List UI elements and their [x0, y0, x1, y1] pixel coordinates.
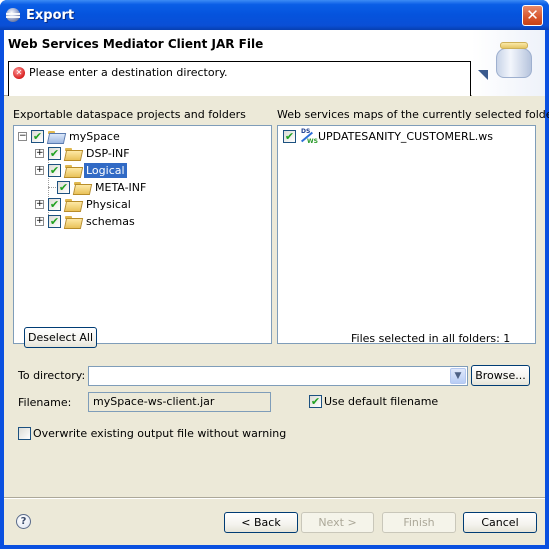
chevron-down-icon[interactable]: ▼	[450, 368, 466, 384]
tree-item-label: DSP-INF	[86, 147, 130, 160]
ws-maps-list[interactable]: ✔ DS WS UPDATESANITY_CUSTOMERL.ws	[277, 125, 536, 344]
wizard-title: Web Services Mediator Client JAR File	[8, 37, 264, 51]
tree-item-label: META-INF	[95, 181, 147, 194]
folder-icon	[74, 182, 90, 193]
tree-item-label: mySpace	[69, 130, 120, 143]
tree-item-meta-inf[interactable]: ✔ META-INF	[48, 179, 148, 196]
error-message: Please enter a destination directory.	[29, 66, 228, 79]
open-folder-icon	[48, 131, 64, 142]
expand-icon[interactable]: +	[35, 217, 44, 226]
left-panel-label: Exportable dataspace projects and folder…	[13, 108, 246, 121]
checkbox[interactable]: ✔	[309, 395, 322, 408]
eclipse-icon	[6, 8, 20, 22]
title-bar: Export ✕	[0, 0, 549, 30]
to-directory-combo[interactable]: ▼	[88, 366, 468, 386]
filename-label: Filename:	[18, 396, 72, 409]
banner-triangle-icon	[478, 70, 488, 80]
checkbox[interactable]: ✔	[48, 215, 61, 228]
dialog-client: Web Services Mediator Client JAR File ✕ …	[4, 30, 549, 545]
tree-item-physical[interactable]: + ✔ Physical	[35, 196, 133, 213]
close-icon: ✕	[526, 6, 539, 24]
expand-icon[interactable]: +	[35, 149, 44, 158]
checkbox[interactable]: ✔	[18, 427, 31, 440]
to-directory-label: To directory:	[18, 369, 86, 382]
list-item-label: UPDATESANITY_CUSTOMERL.ws	[318, 130, 493, 143]
overwrite-checkbox[interactable]: ✔ Overwrite existing output file without…	[18, 425, 286, 442]
filename-field[interactable]: mySpace-ws-client.jar	[88, 392, 271, 412]
next-button[interactable]: Next >	[301, 512, 374, 533]
folder-icon	[65, 148, 81, 159]
footer-separator	[4, 497, 545, 499]
tree-item-myspace[interactable]: − ✔ mySpace	[18, 128, 122, 145]
dataspace-tree[interactable]: − ✔ mySpace + ✔ DSP-INF + ✔ Logical ✔ ME…	[13, 125, 272, 344]
files-selected-count: Files selected in all folders: 1	[351, 332, 511, 345]
checkbox[interactable]: ✔	[283, 130, 296, 143]
close-button[interactable]: ✕	[522, 5, 543, 26]
tree-item-logical[interactable]: + ✔ Logical	[35, 162, 127, 179]
expand-icon[interactable]: +	[35, 166, 44, 175]
use-default-filename-label: Use default filename	[324, 395, 439, 408]
deselect-all-button[interactable]: Deselect All	[24, 327, 97, 348]
checkbox[interactable]: ✔	[31, 130, 44, 143]
right-panel-label: Web services maps of the currently selec…	[277, 108, 549, 121]
tree-item-schemas[interactable]: + ✔ schemas	[35, 213, 137, 230]
cancel-button[interactable]: Cancel	[463, 512, 537, 533]
window-title: Export	[26, 8, 75, 23]
checkbox[interactable]: ✔	[57, 181, 70, 194]
folder-icon	[65, 165, 81, 176]
browse-button[interactable]: Browse...	[471, 365, 530, 386]
expand-icon[interactable]: +	[35, 200, 44, 209]
checkbox[interactable]: ✔	[48, 198, 61, 211]
checkbox[interactable]: ✔	[48, 147, 61, 160]
folder-icon	[65, 216, 81, 227]
tree-item-dsp-inf[interactable]: + ✔ DSP-INF	[35, 145, 132, 162]
checkbox[interactable]: ✔	[48, 164, 61, 177]
message-area: ✕ Please enter a destination directory.	[8, 61, 471, 96]
finish-button[interactable]: Finish	[382, 512, 456, 533]
help-icon[interactable]: ?	[16, 514, 31, 529]
use-default-filename-checkbox[interactable]: ✔ Use default filename	[309, 393, 438, 410]
error-icon: ✕	[13, 67, 25, 79]
folder-icon	[65, 199, 81, 210]
tree-item-label: Logical	[84, 163, 127, 178]
ds-ws-map-icon: DS WS	[300, 127, 318, 145]
list-item[interactable]: ✔ DS WS UPDATESANITY_CUSTOMERL.ws	[283, 128, 493, 145]
overwrite-label: Overwrite existing output file without w…	[33, 427, 287, 440]
wizard-header: Web Services Mediator Client JAR File ✕ …	[4, 30, 545, 96]
tree-item-label: schemas	[86, 215, 135, 228]
collapse-icon[interactable]: −	[18, 132, 27, 141]
tree-item-label: Physical	[86, 198, 131, 211]
back-button[interactable]: < Back	[224, 512, 298, 533]
export-dialog: Export ✕ Web Services Mediator Client JA…	[0, 0, 549, 549]
banner-image	[472, 30, 545, 96]
jar-icon	[496, 42, 534, 78]
